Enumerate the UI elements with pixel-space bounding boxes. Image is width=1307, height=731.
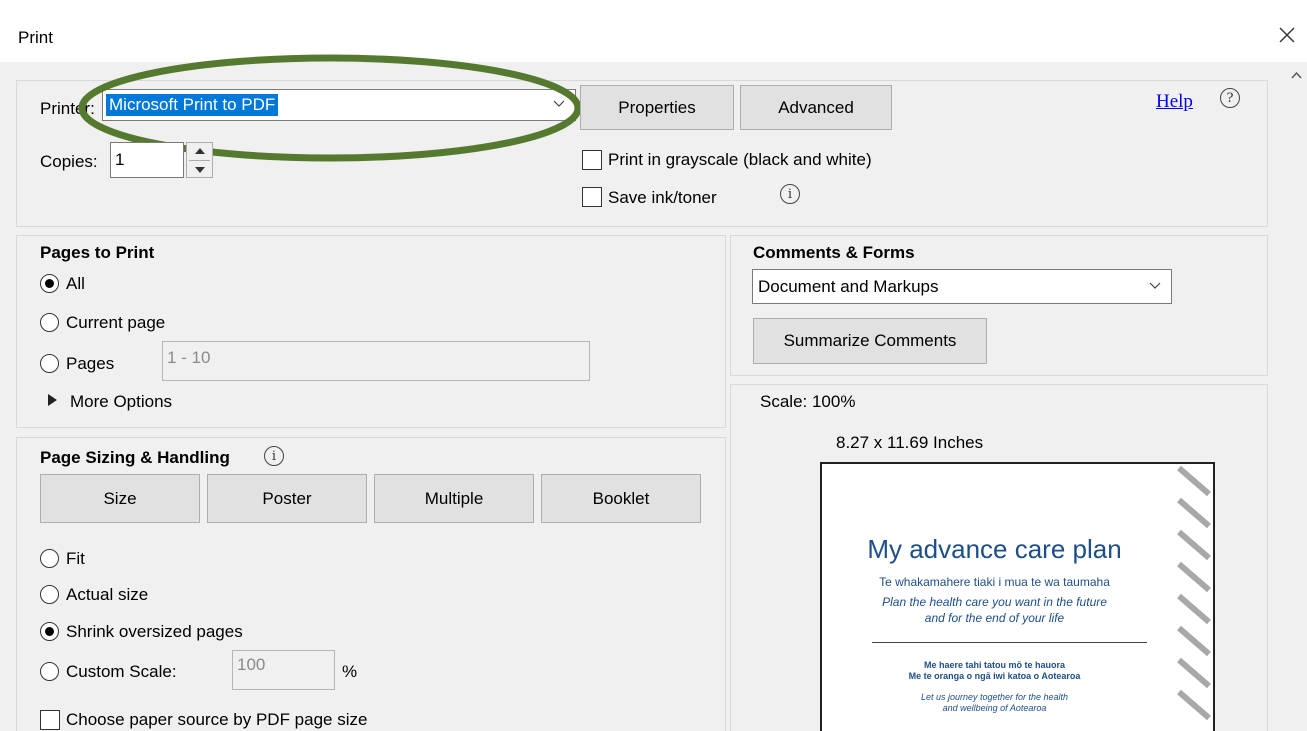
- tab-size[interactable]: Size: [40, 474, 200, 523]
- help-link[interactable]: Help: [1156, 91, 1193, 113]
- preview-maori-2b: Me te oranga o ngā iwi katoa o Aotearoa: [908, 671, 1081, 681]
- preview-maori-2a: Me haere tahi tatou mō te hauora: [923, 660, 1066, 670]
- preview-eng-2b: and wellbeing of Aotearoa: [942, 703, 1047, 713]
- comments-forms-select[interactable]: Document and Markups: [752, 269, 1172, 304]
- scroll-up-icon[interactable]: [1291, 72, 1302, 79]
- fit-radio[interactable]: [40, 549, 59, 568]
- preview-divider: [872, 642, 1147, 643]
- copies-input[interactable]: 1: [110, 142, 184, 178]
- tab-poster[interactable]: Poster: [207, 474, 367, 523]
- grayscale-label: Print in grayscale (black and white): [608, 150, 872, 169]
- properties-label: Properties: [618, 97, 696, 117]
- decorative-border-pattern: [1175, 464, 1213, 731]
- tab-booklet[interactable]: Booklet: [541, 474, 701, 523]
- percent-label: %: [342, 662, 358, 681]
- close-icon[interactable]: [1272, 20, 1302, 50]
- tab-size-label: Size: [103, 488, 137, 508]
- custom-scale-radio[interactable]: [40, 662, 59, 681]
- tab-booklet-label: Booklet: [592, 488, 650, 508]
- stepper-down-icon[interactable]: [195, 167, 205, 173]
- pages-to-print-heading: Pages to Print: [40, 243, 155, 262]
- save-ink-checkbox[interactable]: [582, 187, 602, 207]
- custom-scale-label: Custom Scale:: [66, 662, 177, 681]
- more-options-label[interactable]: More Options: [70, 392, 172, 412]
- shrink-oversized-radio[interactable]: [40, 622, 59, 641]
- expand-triangle-icon[interactable]: [48, 394, 57, 406]
- current-page-label: Current page: [66, 313, 166, 332]
- properties-button[interactable]: Properties: [580, 85, 734, 130]
- copies-stepper[interactable]: [186, 142, 213, 178]
- page-sizing-info-icon[interactable]: i: [264, 446, 284, 466]
- summarize-comments-button[interactable]: Summarize Comments: [753, 318, 987, 364]
- tab-poster-label: Poster: [262, 488, 312, 508]
- copies-label: Copies:: [40, 152, 98, 171]
- tab-multiple-label: Multiple: [424, 488, 484, 508]
- tab-multiple[interactable]: Multiple: [374, 474, 534, 523]
- stepper-up-icon[interactable]: [195, 148, 205, 154]
- comments-forms-value: Document and Markups: [758, 276, 939, 296]
- all-label: All: [66, 274, 85, 293]
- fit-label: Fit: [66, 549, 85, 568]
- scale-label: Scale: 100%: [760, 392, 856, 411]
- page-sizing-heading: Page Sizing & Handling: [40, 448, 230, 467]
- actual-size-label: Actual size: [66, 585, 149, 604]
- info-icon[interactable]: i: [780, 184, 800, 204]
- all-radio[interactable]: [40, 274, 59, 293]
- pages-label: Pages: [66, 354, 115, 373]
- actual-size-radio[interactable]: [40, 585, 59, 604]
- comments-forms-heading: Comments & Forms: [753, 243, 915, 262]
- advanced-button[interactable]: Advanced: [740, 85, 892, 130]
- chevron-down-icon: [1149, 282, 1161, 289]
- preview-doc-maori: Te whakamahere tiaki i mua te wa taumaha: [879, 575, 1110, 589]
- summarize-comments-label: Summarize Comments: [783, 331, 957, 350]
- scrollbar[interactable]: [1286, 62, 1307, 731]
- window-title: Print: [18, 28, 53, 47]
- grayscale-checkbox[interactable]: [582, 150, 602, 170]
- preview-doc-tagline-2: and for the end of your life: [924, 611, 1065, 625]
- shrink-oversized-label: Shrink oversized pages: [66, 622, 243, 641]
- pages-radio[interactable]: [40, 354, 59, 373]
- pages-range-input[interactable]: 1 - 10: [162, 341, 590, 381]
- custom-scale-input[interactable]: 100: [232, 650, 335, 690]
- advanced-label: Advanced: [778, 97, 854, 117]
- save-ink-label: Save ink/toner: [608, 188, 717, 207]
- help-question-icon[interactable]: ?: [1220, 88, 1240, 108]
- preview-doc-title: My advance care plan: [867, 534, 1122, 564]
- page-dimensions: 8.27 x 11.69 Inches: [836, 433, 984, 452]
- preview-eng-2a: Let us journey together for the health: [920, 692, 1069, 702]
- preview-doc-tagline-1: Plan the health care you want in the fut…: [882, 595, 1107, 609]
- page-preview: My advance care plan Te whakamahere tiak…: [820, 462, 1215, 731]
- paper-source-checkbox[interactable]: [40, 710, 60, 730]
- current-page-radio[interactable]: [40, 313, 59, 332]
- paper-source-label: Choose paper source by PDF page size: [66, 710, 368, 729]
